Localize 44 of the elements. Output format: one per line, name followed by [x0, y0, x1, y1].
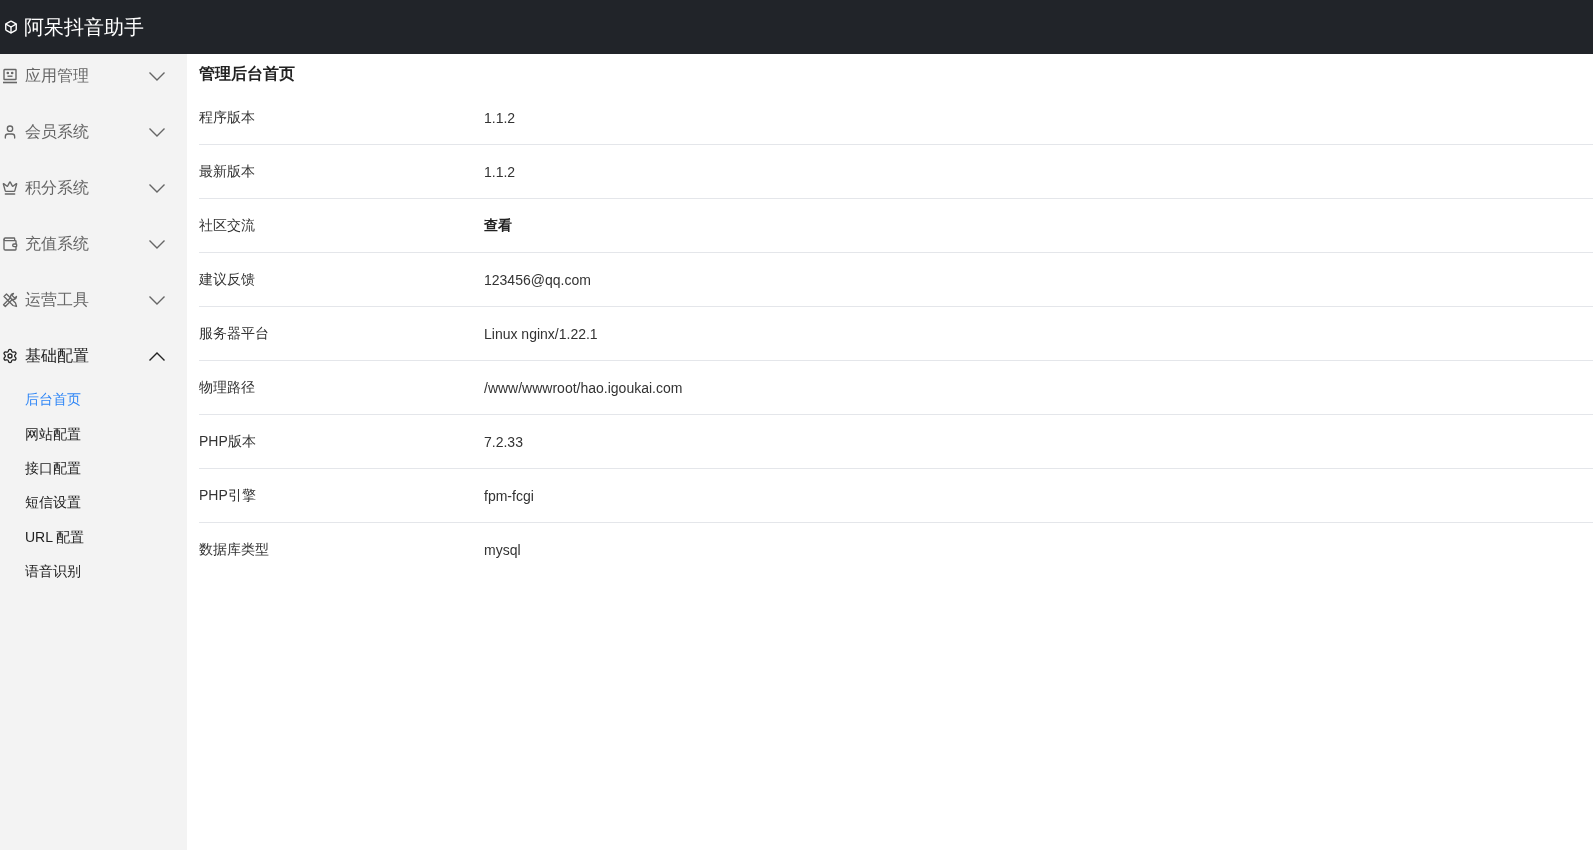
chevron-down-icon: [149, 71, 165, 81]
sidebar-menu-group[interactable]: 基础配置: [0, 334, 187, 378]
app-title: 阿呆抖音助手: [24, 15, 144, 40]
info-value: 7.2.33: [484, 433, 523, 450]
info-label: PHP引擎: [199, 486, 257, 505]
page-title: 管理后台首页: [199, 64, 296, 84]
sidebar-menu-group[interactable]: 应用管理: [0, 54, 187, 98]
info-label: PHP版本: [199, 432, 257, 451]
info-label: 程序版本: [199, 108, 256, 127]
sidebar-menu-group[interactable]: 会员系统: [0, 110, 187, 154]
chevron-up-icon: [149, 351, 165, 361]
chevron-down-icon: [149, 239, 165, 249]
info-label: 数据库类型: [199, 541, 270, 559]
tools-icon: [2, 292, 18, 308]
sidebar-submenu-item[interactable]: 接口配置: [0, 451, 187, 487]
sidebar-submenu-item[interactable]: 网站配置: [0, 417, 187, 452]
info-value: fpm-fcgi: [484, 487, 534, 504]
settings-icon: [2, 348, 18, 364]
info-label: 社区交流: [199, 216, 256, 235]
user-icon: [2, 124, 18, 140]
chevron-down-icon: [149, 183, 165, 193]
info-value: 123456@qq.com: [484, 271, 591, 288]
info-label: 服务器平台: [199, 324, 270, 343]
info-link[interactable]: 查看: [484, 216, 512, 235]
sidebar-menu-group[interactable]: 积分系统: [0, 166, 187, 210]
info-value: Linux nginx/1.22.1: [484, 325, 598, 342]
chevron-down-icon: [149, 295, 165, 305]
info-label: 物理路径: [199, 378, 256, 397]
sidebar-menu-group[interactable]: 充值系统: [0, 222, 187, 266]
sidebar-menu-group[interactable]: 运营工具: [0, 278, 187, 322]
info-value: /www/wwwroot/hao.igoukai.com: [484, 379, 683, 396]
info-label: 建议反馈: [199, 270, 256, 289]
info-value: 1.1.2: [484, 163, 516, 180]
sidebar-submenu-item[interactable]: URL 配置: [0, 520, 187, 555]
crown-icon: [2, 180, 18, 196]
chevron-down-icon: [149, 127, 165, 137]
screen-face-icon: [2, 68, 18, 84]
sidebar-submenu-item[interactable]: 语音识别: [0, 554, 187, 590]
cube-icon: [4, 20, 18, 34]
info-label: 最新版本: [199, 162, 256, 181]
info-value: 1.1.2: [484, 109, 516, 126]
sidebar-submenu-item[interactable]: 短信设置: [0, 486, 187, 521]
info-value: mysql: [484, 542, 521, 558]
wallet-icon: [2, 236, 18, 252]
